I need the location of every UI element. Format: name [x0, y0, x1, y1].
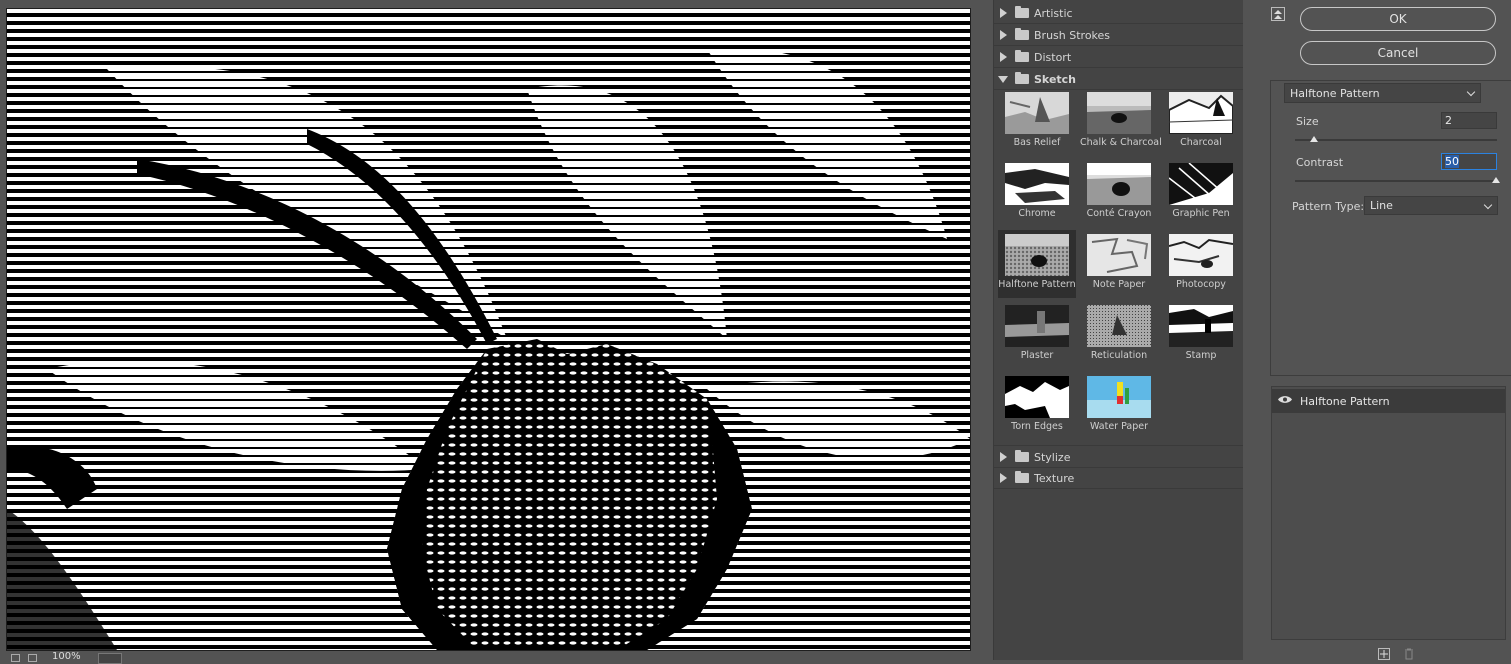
expand-arrow-icon	[1000, 473, 1007, 483]
thumb-chalk-charcoal[interactable]: Chalk & Charcoal	[1080, 88, 1162, 156]
zoom-out-button[interactable]	[11, 654, 20, 662]
pattern-type-label: Pattern Type:	[1292, 200, 1365, 213]
thumb-photocopy[interactable]: Photocopy	[1162, 230, 1240, 298]
effect-layers-list: Halftone Pattern	[1271, 386, 1506, 640]
thumb-label: Charcoal	[1180, 137, 1222, 148]
pattern-type-select[interactable]: Line	[1364, 196, 1498, 215]
collapse-arrow-icon	[998, 76, 1008, 83]
expand-arrow-icon	[1000, 30, 1007, 40]
zoom-bar: 100%	[6, 651, 206, 664]
thumb-water-paper[interactable]: Water Paper	[1080, 372, 1158, 440]
eye-icon[interactable]	[1278, 395, 1292, 404]
expand-arrow-icon	[1000, 452, 1007, 462]
category-stylize[interactable]: Stylize	[994, 445, 1243, 468]
thumb-label: Reticulation	[1090, 350, 1148, 361]
category-label: Stylize	[1034, 451, 1071, 464]
thumb-label: Note Paper	[1092, 279, 1146, 290]
contrast-slider-track[interactable]	[1295, 180, 1497, 182]
thumb-note-paper[interactable]: Note Paper	[1080, 230, 1158, 298]
folder-icon	[1015, 6, 1029, 18]
collapse-gallery-icon[interactable]	[1271, 7, 1285, 21]
thumb-bas-relief[interactable]: Bas Relief	[998, 88, 1076, 156]
thumb-label: Stamp	[1185, 350, 1217, 361]
thumb-label: Halftone Pattern	[998, 279, 1076, 290]
thumb-charcoal[interactable]: Charcoal	[1162, 88, 1240, 156]
contrast-input[interactable]: 50	[1441, 153, 1497, 170]
category-label: Distort	[1034, 51, 1072, 64]
folder-icon	[1015, 50, 1029, 62]
thumb-plaster[interactable]: Plaster	[998, 301, 1076, 369]
category-label: Texture	[1034, 472, 1075, 485]
thumb-label: Chrome	[1018, 208, 1056, 219]
category-sketch[interactable]: Sketch	[994, 68, 1243, 90]
category-label: Brush Strokes	[1034, 29, 1111, 42]
size-slider-handle[interactable]	[1310, 136, 1318, 142]
category-artistic[interactable]: Artistic	[994, 2, 1243, 24]
thumb-label: Conté Crayon	[1086, 208, 1152, 219]
halftone-preview-image	[7, 9, 970, 650]
thumb-label: Chalk & Charcoal	[1080, 137, 1162, 148]
thumb-label: Bas Relief	[1013, 137, 1061, 148]
pattern-type-value: Line	[1370, 199, 1393, 212]
contrast-value: 50	[1445, 155, 1459, 168]
thumb-label: Graphic Pen	[1172, 208, 1230, 219]
category-brush-strokes[interactable]: Brush Strokes	[994, 24, 1243, 46]
size-input[interactable]: 2	[1441, 112, 1497, 129]
zoom-value: 100%	[52, 651, 81, 662]
folder-icon	[1015, 72, 1029, 84]
effect-layer-row[interactable]: Halftone Pattern	[1272, 389, 1505, 413]
thumb-chrome[interactable]: Chrome	[998, 159, 1076, 227]
expand-arrow-icon	[1000, 52, 1007, 62]
thumb-conte-crayon[interactable]: Conté Crayon	[1080, 159, 1158, 227]
preview-canvas[interactable]	[6, 8, 971, 651]
contrast-slider-handle[interactable]	[1492, 177, 1500, 183]
ok-button[interactable]: OK	[1300, 7, 1496, 31]
folder-icon	[1015, 450, 1029, 462]
size-label: Size	[1296, 115, 1319, 128]
folder-icon	[1015, 471, 1029, 483]
chevron-down-icon	[1483, 200, 1493, 210]
contrast-label: Contrast	[1296, 156, 1344, 169]
category-texture[interactable]: Texture	[994, 467, 1243, 489]
effect-layer-name: Halftone Pattern	[1300, 395, 1390, 408]
thumb-label: Torn Edges	[1011, 421, 1063, 432]
filter-gallery: Artistic Brush Strokes Distort Sketch Ba…	[993, 0, 1243, 660]
new-effect-layer-icon[interactable]	[1378, 648, 1390, 660]
zoom-dropdown[interactable]	[98, 653, 122, 664]
preview-area: 100%	[0, 0, 985, 664]
expand-arrow-icon	[1000, 8, 1007, 18]
thumb-label: Plaster	[1020, 350, 1054, 361]
thumb-reticulation[interactable]: Reticulation	[1080, 301, 1158, 369]
filter-select-value: Halftone Pattern	[1290, 87, 1380, 100]
thumb-label: Water Paper	[1089, 421, 1148, 432]
folder-icon	[1015, 28, 1029, 40]
filter-select[interactable]: Halftone Pattern	[1284, 83, 1481, 103]
thumb-halftone-pattern[interactable]: Halftone Pattern	[998, 230, 1076, 298]
category-distort[interactable]: Distort	[994, 46, 1243, 68]
cancel-button[interactable]: Cancel	[1300, 41, 1496, 65]
thumb-stamp[interactable]: Stamp	[1162, 301, 1240, 369]
thumb-graphic-pen[interactable]: Graphic Pen	[1162, 159, 1240, 227]
trash-icon[interactable]	[1403, 648, 1415, 660]
chevron-down-icon	[1466, 87, 1476, 97]
size-slider-track[interactable]	[1295, 139, 1497, 141]
category-label: Sketch	[1034, 73, 1077, 86]
thumb-torn-edges[interactable]: Torn Edges	[998, 372, 1076, 440]
settings-panel: OK Cancel Halftone Pattern Size 2 Contra…	[1258, 0, 1511, 660]
thumb-label: Photocopy	[1176, 279, 1226, 290]
zoom-in-button[interactable]	[28, 654, 37, 662]
category-label: Artistic	[1034, 7, 1073, 20]
